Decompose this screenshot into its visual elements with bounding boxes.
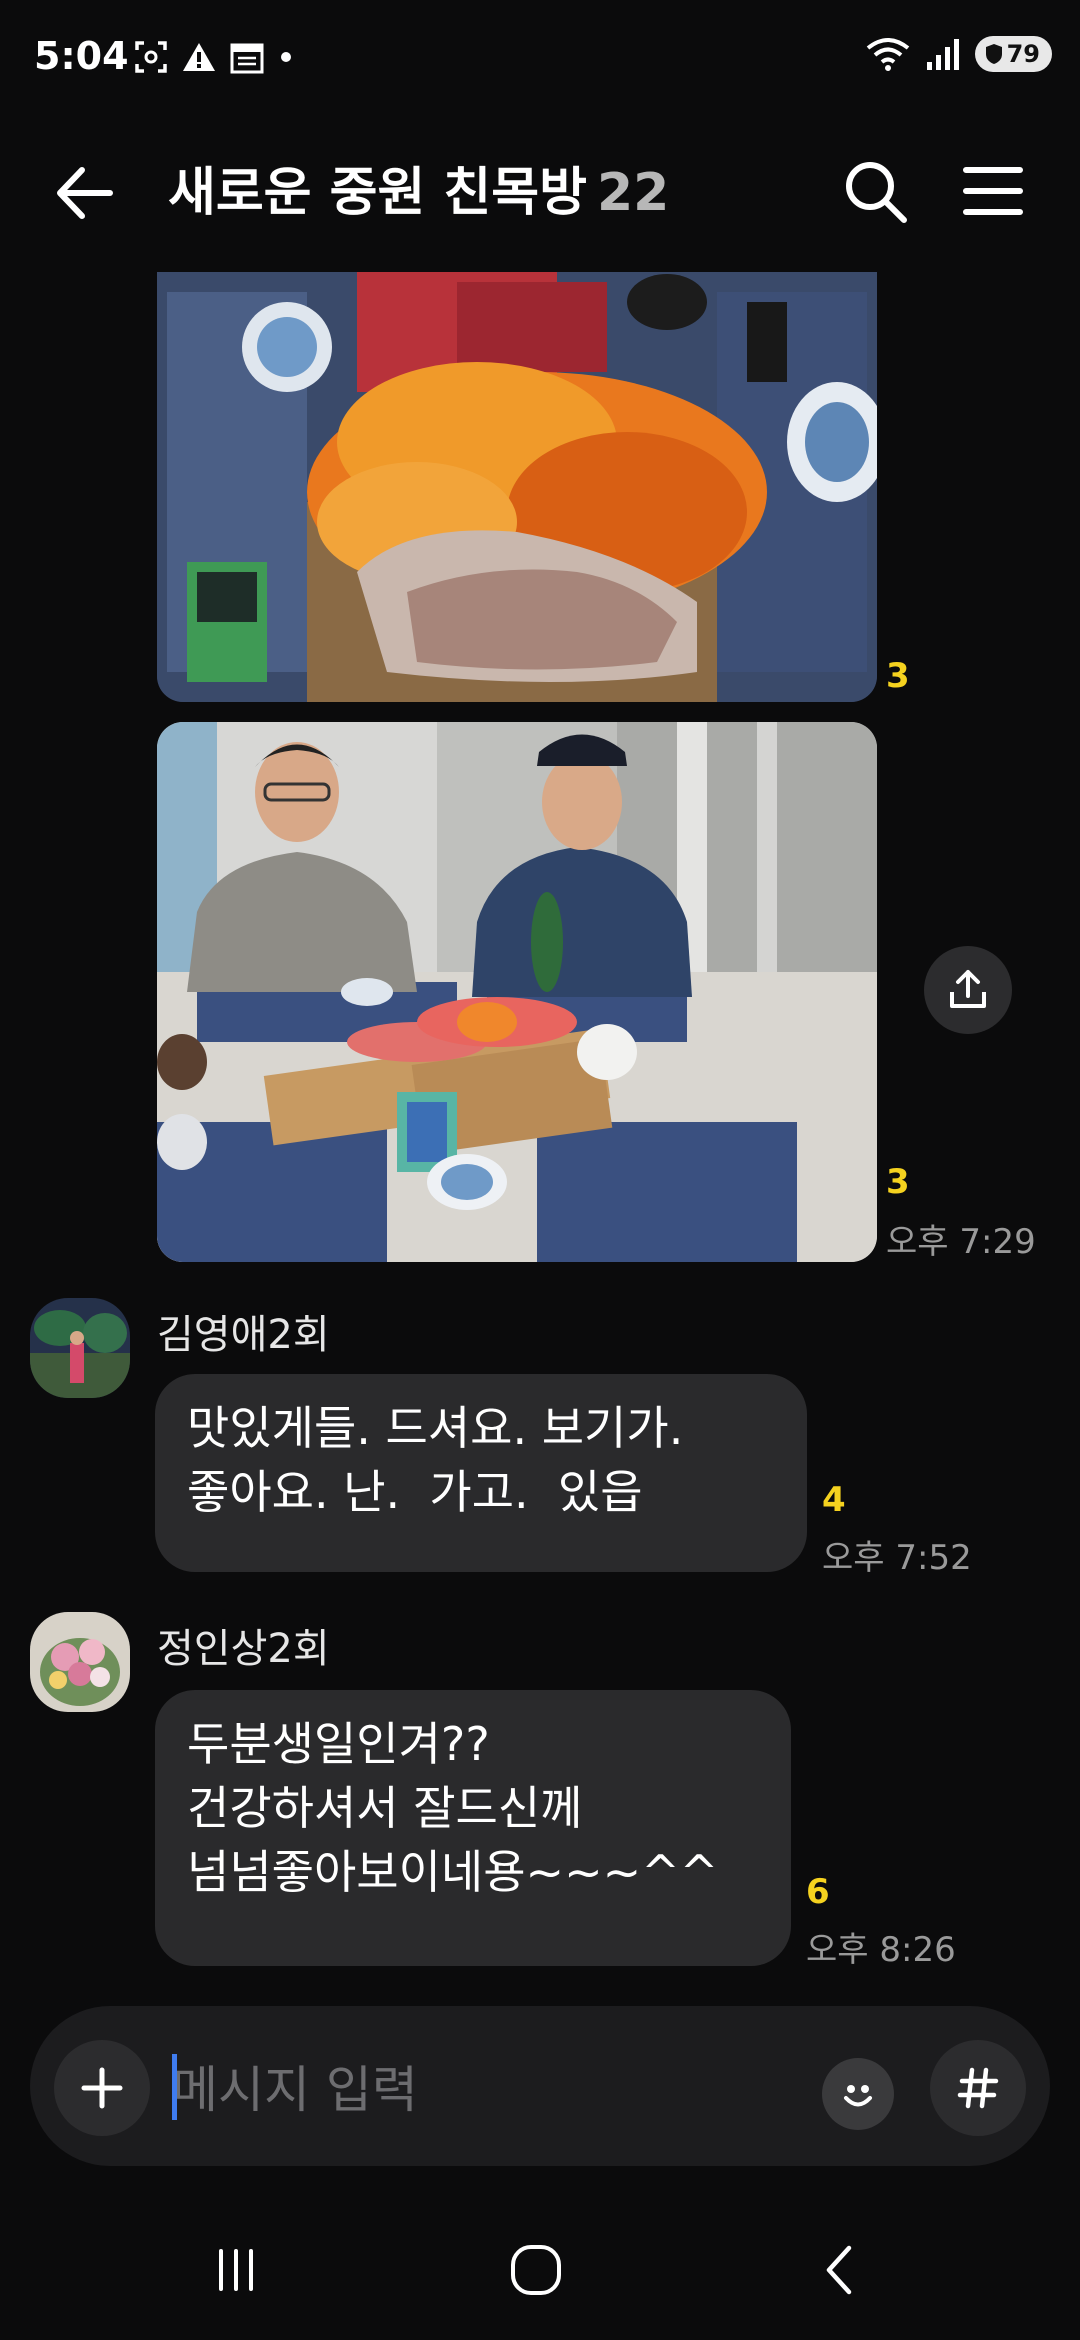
wifi-icon [866, 38, 909, 71]
signal-icon [926, 39, 959, 70]
sender-name-2: 정인상2회 [157, 1626, 330, 1672]
calendar-icon [230, 43, 264, 74]
home-icon [511, 2245, 561, 2295]
avatar-photo [30, 1298, 130, 1398]
photo-message-2[interactable] [157, 722, 877, 1262]
message-time-3: 오후 7:52 [822, 1538, 972, 1578]
message-bubble-1[interactable]: 맛있게들. 드셔요. 보기가. 좋아요. 난. 가고. 있읍 [155, 1374, 807, 1572]
unread-count-2: 3 [886, 1162, 910, 1202]
battery-icon: 79 [974, 36, 1052, 72]
warning-icon [183, 43, 215, 71]
unread-count-4: 6 [806, 1872, 830, 1912]
message-input[interactable] [170, 2046, 794, 2134]
plus-icon [81, 2067, 123, 2109]
back-button[interactable] [50, 158, 120, 228]
search-icon [846, 162, 907, 223]
screenshot-icon [135, 41, 167, 73]
sender-name-1: 김영애2회 [157, 1312, 330, 1358]
nav-home-button[interactable] [476, 2230, 596, 2310]
search-button[interactable] [840, 156, 910, 226]
share-button[interactable] [924, 946, 1012, 1034]
shield-icon [985, 44, 1002, 64]
unread-count-3: 4 [822, 1480, 846, 1520]
avatar-sender-2[interactable] [30, 1612, 130, 1712]
avatar-photo [30, 1612, 130, 1712]
message-line: 두분생일인겨?? [187, 1717, 490, 1771]
message-time-4: 오후 8:26 [806, 1930, 956, 1970]
dot-icon [281, 52, 291, 62]
recents-icon [219, 2249, 253, 2291]
message-time-2: 오후 7:29 [886, 1222, 1036, 1262]
message-line: 맛있게들. 드셔요. 보기가. [187, 1401, 684, 1455]
message-line: 좋아요. 난. 가고. 있읍 [187, 1465, 643, 1519]
nav-recents-button[interactable] [176, 2230, 296, 2310]
room-name: 새로운 중원 친목방 [168, 163, 587, 223]
room-title: 새로운 중원 친목방 22 [168, 150, 669, 225]
unread-count-1: 3 [886, 656, 910, 696]
emoji-icon [844, 2085, 872, 2107]
hashtag-button[interactable] [930, 2040, 1026, 2136]
status-icons-left [134, 40, 294, 74]
avatar-sender-1[interactable] [30, 1298, 130, 1398]
status-icons-right: 79 [865, 36, 1052, 72]
sashimi-platter-photo [157, 272, 877, 702]
attach-button[interactable] [54, 2040, 150, 2136]
share-upload-icon [950, 970, 986, 1008]
member-count: 22 [596, 163, 670, 223]
two-men-dinner-photo [157, 722, 877, 1262]
status-time: 5:04 [34, 34, 129, 78]
photo-message-1[interactable] [157, 272, 877, 702]
message-bubble-2[interactable]: 두분생일인겨?? 건강하셔서 잘드신께 넘넘좋아보이네용~~~^^ [155, 1690, 791, 1966]
back-arrow-icon [57, 167, 113, 219]
message-line: 건강하셔서 잘드신께 [187, 1781, 583, 1835]
menu-button[interactable] [958, 156, 1028, 226]
message-line: 넘넘좋아보이네용~~~^^ [187, 1845, 719, 1899]
hashtag-icon [957, 2067, 999, 2109]
back-chevron-icon [826, 2245, 852, 2295]
text-cursor [172, 2054, 177, 2120]
nav-back-button[interactable] [780, 2230, 900, 2310]
emoji-button[interactable] [822, 2058, 894, 2130]
hamburger-menu-icon [963, 167, 1023, 215]
battery-level: 79 [1006, 40, 1040, 68]
